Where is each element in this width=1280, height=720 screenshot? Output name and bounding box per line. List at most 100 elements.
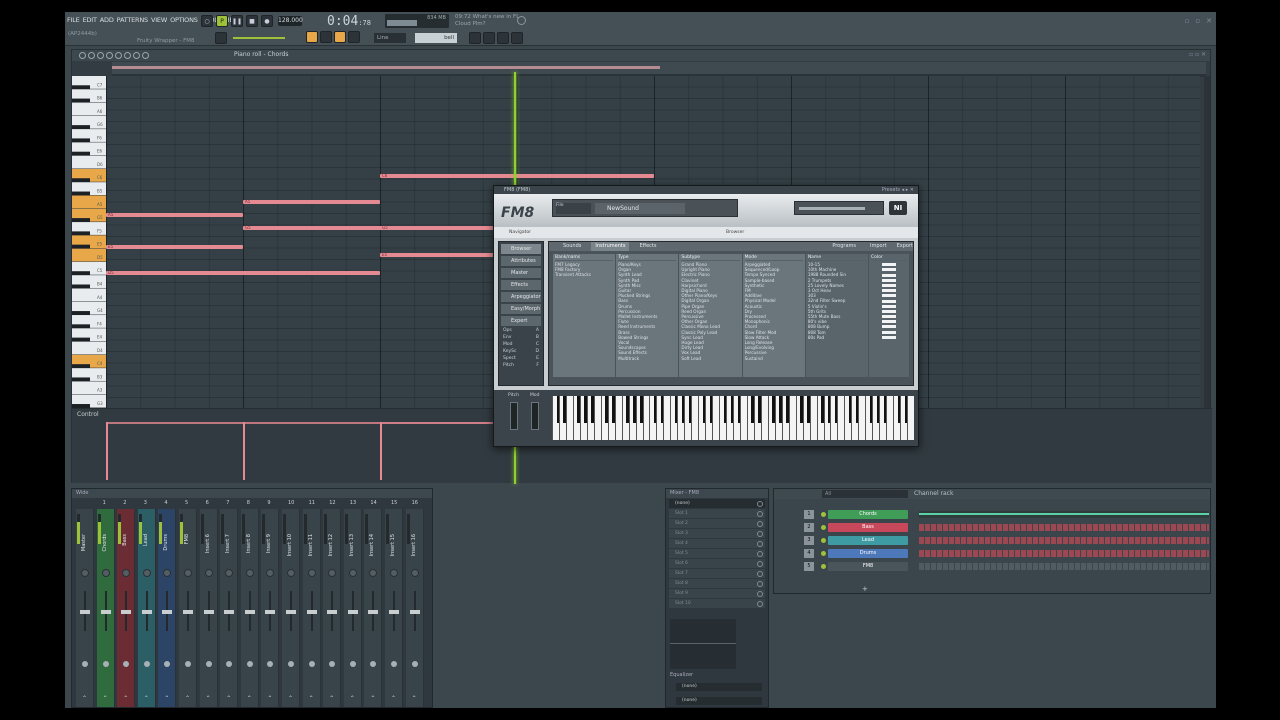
stop-icon[interactable]: ■ bbox=[246, 15, 258, 27]
pan-knob[interactable] bbox=[225, 569, 234, 577]
mixer-track-master[interactable]: Master ⌃ bbox=[76, 509, 94, 707]
pan-knob[interactable] bbox=[266, 569, 275, 577]
fm8-nav-attributes[interactable]: Attributes bbox=[501, 256, 541, 266]
route-arrow-icon[interactable]: ⌃ bbox=[144, 695, 149, 702]
white-key[interactable] bbox=[746, 396, 748, 440]
volume-fader-handle[interactable] bbox=[389, 610, 399, 614]
brush-icon[interactable] bbox=[334, 31, 346, 43]
fm8-nav-effects[interactable]: Effects bbox=[501, 280, 541, 290]
fm8-mod-row[interactable]: Spect E bbox=[501, 356, 541, 361]
fm8-column-header[interactable]: Type bbox=[618, 255, 677, 261]
fm8-mod-row[interactable]: Env B bbox=[501, 335, 541, 340]
route-arrow-icon[interactable]: ⌃ bbox=[370, 695, 375, 702]
effect-slot[interactable]: Slot 9 bbox=[669, 589, 765, 598]
volume-fader-handle[interactable] bbox=[183, 610, 193, 614]
white-key[interactable] bbox=[552, 396, 553, 440]
route-arrow-icon[interactable]: ⌃ bbox=[350, 695, 355, 702]
route-arrow-icon[interactable]: ⌃ bbox=[123, 695, 128, 702]
white-key[interactable] bbox=[593, 396, 595, 440]
white-key[interactable] bbox=[879, 396, 881, 440]
mixer-track-insert-10[interactable]: 10 Insert 10 ⌃ bbox=[282, 500, 300, 707]
color-swatch[interactable] bbox=[882, 315, 897, 319]
effect-slot[interactable]: Slot 1 bbox=[669, 509, 765, 518]
piano-keyboard[interactable]: C7 B6 A6 G6 F6 E6 D6 C6 B5 A5 G5 F5 E5 D5 C5 B4 A4 G4 F4 E4… bbox=[72, 76, 106, 408]
color-swatch[interactable] bbox=[882, 294, 897, 298]
pan-knob[interactable] bbox=[184, 569, 192, 577]
white-key[interactable] bbox=[635, 396, 637, 440]
equalizer-graph[interactable] bbox=[670, 619, 736, 669]
menu-add[interactable]: ADD bbox=[100, 16, 114, 24]
output-select[interactable]: (none) bbox=[676, 697, 762, 705]
color-swatch[interactable] bbox=[882, 320, 897, 324]
white-key[interactable] bbox=[781, 396, 783, 440]
fm8-tab-effects[interactable]: Effects bbox=[639, 242, 656, 251]
fm8-nav-master[interactable]: Master bbox=[501, 268, 541, 278]
channel-mute-led[interactable] bbox=[821, 551, 826, 556]
master-volume-slider[interactable] bbox=[233, 37, 285, 39]
fm8-presets-menu[interactable]: Presets ◂ ▸ ✕ bbox=[882, 186, 914, 194]
route-arrow-icon[interactable]: ⌃ bbox=[267, 695, 272, 702]
fx-enable-icon[interactable] bbox=[308, 661, 315, 667]
delete-tool-icon[interactable] bbox=[97, 52, 104, 59]
channel-rack-icon[interactable] bbox=[497, 32, 509, 44]
white-key[interactable] bbox=[802, 396, 804, 440]
channel-rack-titlebar[interactable]: All Channel rack bbox=[774, 489, 1210, 499]
fx-enable-icon[interactable] bbox=[349, 661, 356, 667]
velocity-bar[interactable] bbox=[106, 422, 108, 480]
effect-slot[interactable]: Slot 6 bbox=[669, 559, 765, 568]
tempo-display[interactable]: 128.000 bbox=[278, 16, 303, 26]
white-key[interactable] bbox=[865, 396, 867, 440]
white-key[interactable] bbox=[600, 396, 602, 440]
white-key[interactable] bbox=[851, 396, 853, 440]
white-key[interactable] bbox=[579, 396, 581, 440]
pencil-icon[interactable] bbox=[320, 31, 332, 43]
white-key[interactable] bbox=[858, 396, 860, 440]
fx-enable-icon[interactable] bbox=[391, 661, 397, 667]
pan-knob[interactable] bbox=[142, 569, 151, 577]
volume-fader-handle[interactable] bbox=[121, 610, 132, 614]
snap-select[interactable]: Line bbox=[374, 33, 406, 43]
piano-roll-window-controls[interactable]: ▫ ▫ ✕ bbox=[1189, 51, 1206, 58]
pan-knob[interactable] bbox=[101, 569, 110, 577]
pan-knob[interactable] bbox=[369, 569, 378, 577]
white-key[interactable] bbox=[733, 396, 734, 440]
playlist-icon[interactable] bbox=[469, 32, 481, 44]
pan-knob[interactable] bbox=[328, 569, 337, 577]
white-key[interactable] bbox=[900, 396, 902, 440]
select-tool-icon[interactable] bbox=[124, 52, 131, 59]
fx-enable-icon[interactable] bbox=[185, 661, 191, 667]
volume-fader-handle[interactable] bbox=[265, 610, 276, 614]
white-key[interactable] bbox=[558, 396, 560, 440]
route-arrow-icon[interactable]: ⌃ bbox=[185, 695, 190, 702]
route-arrow-icon[interactable]: ⌃ bbox=[329, 695, 334, 702]
channel-mixer-route[interactable]: 5 bbox=[804, 562, 814, 571]
white-key[interactable] bbox=[670, 396, 672, 440]
fm8-tab-sounds[interactable]: Sounds bbox=[563, 242, 581, 251]
song-position-clock[interactable]: 0:04:78 bbox=[327, 13, 379, 30]
mixer-track-insert-15[interactable]: 15 Insert 15 ⌃ bbox=[385, 500, 403, 707]
channel-name-button[interactable]: Drums bbox=[828, 549, 908, 558]
route-arrow-icon[interactable]: ⌃ bbox=[288, 695, 293, 702]
white-key[interactable] bbox=[656, 396, 658, 440]
white-key[interactable] bbox=[893, 396, 895, 440]
mixer-track-drums[interactable]: 4 Drums ⌃ bbox=[158, 500, 177, 707]
pan-knob[interactable] bbox=[307, 569, 316, 577]
mod-wheel[interactable] bbox=[531, 402, 539, 430]
fm8-list-item[interactable]: 80s Pad bbox=[808, 335, 866, 340]
volume-fader-handle[interactable] bbox=[80, 610, 90, 614]
fm8-list-item[interactable]: Sustaind bbox=[745, 356, 803, 361]
mixer-track-bass[interactable]: 2 Bass ⌃ bbox=[117, 500, 136, 707]
note[interactable]: D5 bbox=[106, 270, 380, 276]
white-key[interactable] bbox=[816, 396, 818, 440]
white-key[interactable] bbox=[907, 396, 909, 440]
volume-fader-handle[interactable] bbox=[327, 610, 338, 614]
fx-enable-icon[interactable] bbox=[143, 661, 150, 667]
volume-fader-handle[interactable] bbox=[244, 610, 255, 614]
step-sequencer-row[interactable] bbox=[919, 537, 1209, 544]
fm8-file-menu[interactable]: File bbox=[556, 203, 591, 214]
pan-knob[interactable] bbox=[163, 569, 172, 577]
effect-slot[interactable]: Slot 2 bbox=[669, 519, 765, 528]
volume-fader-handle[interactable] bbox=[224, 610, 235, 614]
mixer-track-lead[interactable]: 3 Lead ⌃ bbox=[137, 500, 156, 707]
fm8-column-header[interactable]: Color bbox=[871, 255, 908, 261]
